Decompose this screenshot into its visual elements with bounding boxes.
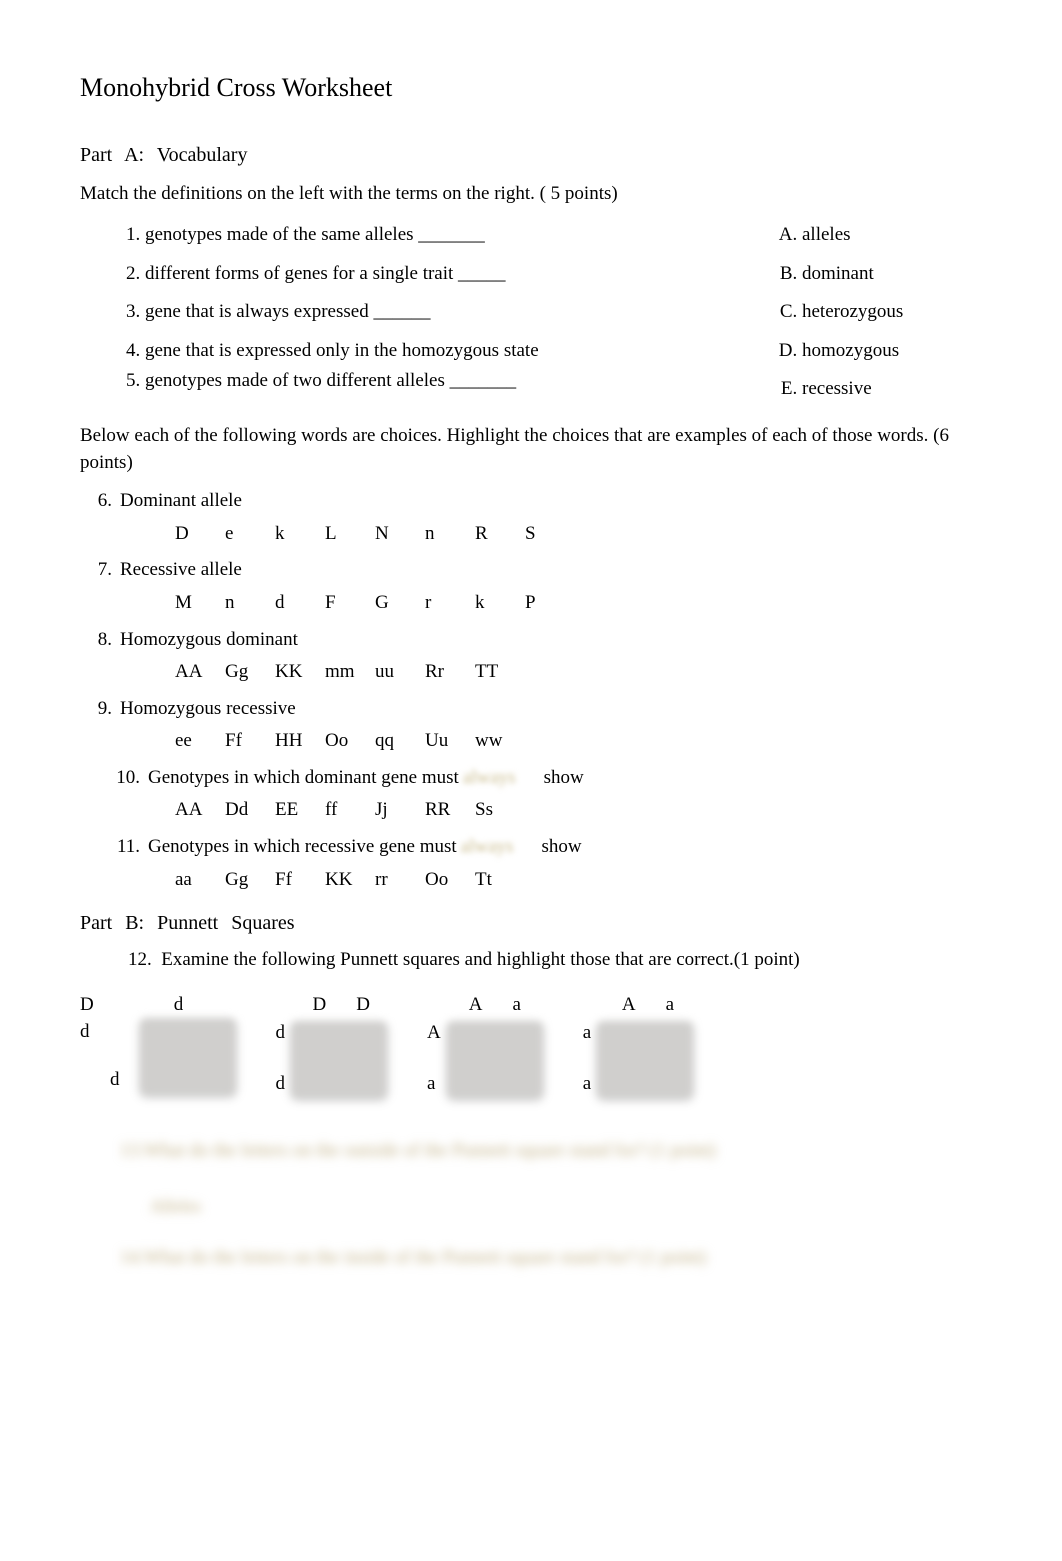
part-b-header: Part B: Punnett Squares	[80, 909, 982, 937]
q8-choices: AAGgKKmmuuRrTT	[80, 659, 982, 686]
term-c: heterozygous	[802, 299, 982, 326]
punnett-squares: D d d d D D d d A a	[80, 992, 982, 1098]
punnett-4: A a a a	[583, 992, 693, 1098]
def-4: gene that is expressed only in the homoz…	[145, 338, 732, 365]
punnett-2: D D d d	[276, 992, 388, 1098]
q9: 9.Homozygous recessive	[80, 696, 982, 723]
q7-choices: MndFGrkP	[80, 590, 982, 617]
punnett-3: A a A a	[427, 992, 543, 1098]
def-5: genotypes made of two different alleles …	[145, 368, 732, 395]
punnett-grid	[140, 1018, 236, 1094]
q10-choices: AADdEEffJjRRSs	[80, 797, 982, 824]
match-section: genotypes made of the same alleles _____…	[80, 222, 982, 415]
def-2: different forms of genes for a single tr…	[145, 261, 732, 288]
q6-choices: DekLNnRS	[80, 521, 982, 548]
term-b: dominant	[802, 261, 982, 288]
match-definitions: genotypes made of the same alleles _____…	[80, 222, 732, 415]
q14-blurred: 14.What do the letters on the inside of …	[120, 1245, 982, 1272]
q9-choices: eeFfHHOoqqUuww	[80, 728, 982, 755]
part-a-header: Part A: Vocabulary	[80, 141, 982, 169]
q11: 11.Genotypes in which recessive gene mus…	[108, 834, 982, 861]
q13-answer-blurred: Alleles	[150, 1194, 982, 1219]
q10: 10.Genotypes in which dominant gene must…	[108, 765, 982, 792]
highlight-instruction: Below each of the following words are ch…	[80, 423, 982, 476]
page-title: Monohybrid Cross Worksheet	[80, 70, 982, 106]
term-a: alleles	[802, 222, 982, 249]
term-e: recessive	[802, 376, 982, 403]
punnett-1: D d d d	[80, 992, 236, 1098]
term-d: homozygous	[802, 338, 982, 365]
q11-choices: aaGgFfKKrrOoTt	[80, 867, 982, 894]
match-instruction: Match the definitions on the left with t…	[80, 181, 982, 208]
q13-blurred: 13.What do the letters on the outside of…	[120, 1138, 982, 1165]
q7: 7.Recessive allele	[80, 557, 982, 584]
punnett-grid	[597, 1021, 693, 1097]
q6: 6.Dominant allele	[80, 488, 982, 515]
q12: 12. Examine the following Punnett square…	[106, 947, 982, 974]
punnett-grid	[447, 1021, 543, 1097]
match-terms: alleles dominant heterozygous homozygous…	[782, 222, 982, 415]
q8: 8.Homozygous dominant	[80, 627, 982, 654]
def-1: genotypes made of the same alleles _____…	[145, 222, 732, 249]
punnett-grid	[291, 1021, 387, 1097]
def-3: gene that is always expressed ______	[145, 299, 732, 326]
